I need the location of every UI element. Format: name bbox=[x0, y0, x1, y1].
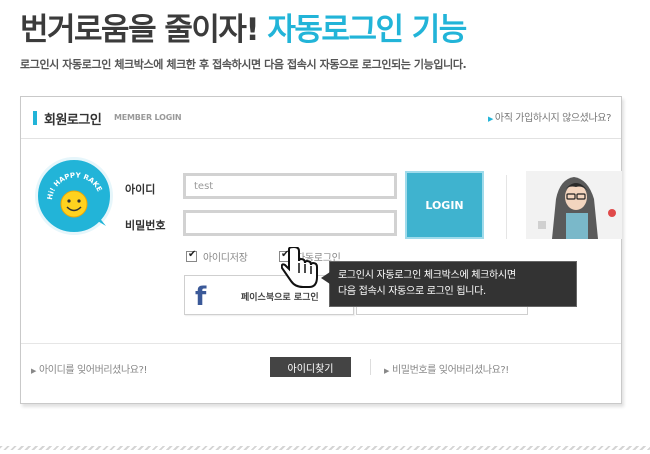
title-accent-bar bbox=[33, 111, 37, 125]
join-link-text: 아직 가입하시지 않으셨나요? bbox=[494, 113, 611, 124]
join-link[interactable]: ▶ 아직 가입하시지 않으셨나요? bbox=[488, 109, 611, 124]
save-id-checkbox[interactable]: 아이디저장 bbox=[186, 249, 248, 264]
headline-part2: 자동로그인 기능 bbox=[267, 12, 467, 48]
happy-rake-badge: Hi! HAPPY RAKE bbox=[35, 157, 113, 235]
auto-login-tooltip: 로그인시 자동로그인 체크박스에 체크하시면 다음 접속시 자동으로 로그인 됩… bbox=[321, 261, 577, 307]
arrow-right-icon: ▶ bbox=[384, 367, 389, 375]
footer-vertical-divider bbox=[370, 359, 371, 375]
headline-part1: 번거로움을 줄이자! bbox=[20, 12, 260, 48]
model-photo bbox=[526, 171, 622, 239]
card-title-en: MEMBER LOGIN bbox=[114, 113, 182, 122]
id-label: 아이디 bbox=[125, 183, 156, 196]
tooltip-line1: 로그인시 자동로그인 체크박스에 체크하시면 bbox=[338, 270, 516, 281]
bottom-dashed-border bbox=[0, 446, 650, 450]
arrow-right-icon: ▶ bbox=[31, 367, 36, 375]
forgot-id-text: 아이디를 잊어버리셨나요?! bbox=[38, 365, 148, 376]
forgot-password-text: 비밀번호를 잊어버리셨나요?! bbox=[391, 365, 509, 376]
arrow-right-icon: ▶ bbox=[487, 115, 493, 123]
save-id-label: 아이디저장 bbox=[203, 253, 248, 264]
vertical-divider bbox=[506, 175, 507, 239]
checkbox-checked-icon bbox=[186, 249, 197, 262]
password-label: 비밀번호 bbox=[125, 219, 166, 232]
hand-cursor-icon bbox=[280, 245, 323, 293]
card-header: 회원로그인 MEMBER LOGIN ▶ 아직 가입하시지 않으셨나요? bbox=[21, 97, 621, 139]
page-subtitle: 로그인시 자동로그인 체크박스에 체크한 후 접속하시면 다음 접속시 자동으로… bbox=[20, 58, 467, 71]
tooltip-line2: 다음 접속시 자동으로 로그인 됩니다. bbox=[338, 286, 486, 297]
id-input[interactable] bbox=[183, 173, 397, 199]
find-id-button[interactable]: 아이디찾기 bbox=[270, 357, 351, 377]
forgot-id-link[interactable]: ▶ 아이디를 잊어버리셨나요?! bbox=[31, 361, 147, 376]
facebook-icon: f bbox=[195, 282, 207, 312]
password-input[interactable] bbox=[183, 210, 397, 236]
footer-divider bbox=[21, 343, 621, 344]
login-card: 회원로그인 MEMBER LOGIN ▶ 아직 가입하시지 않으셨나요? Hi! … bbox=[20, 96, 622, 404]
card-title: 회원로그인 bbox=[44, 113, 102, 128]
login-button[interactable]: LOGIN bbox=[405, 171, 484, 239]
forgot-password-link[interactable]: ▶ 비밀번호를 잊어버리셨나요?! bbox=[384, 361, 509, 376]
page-headline: 번거로움을 줄이자! 자동로그인 기능 bbox=[20, 4, 467, 49]
